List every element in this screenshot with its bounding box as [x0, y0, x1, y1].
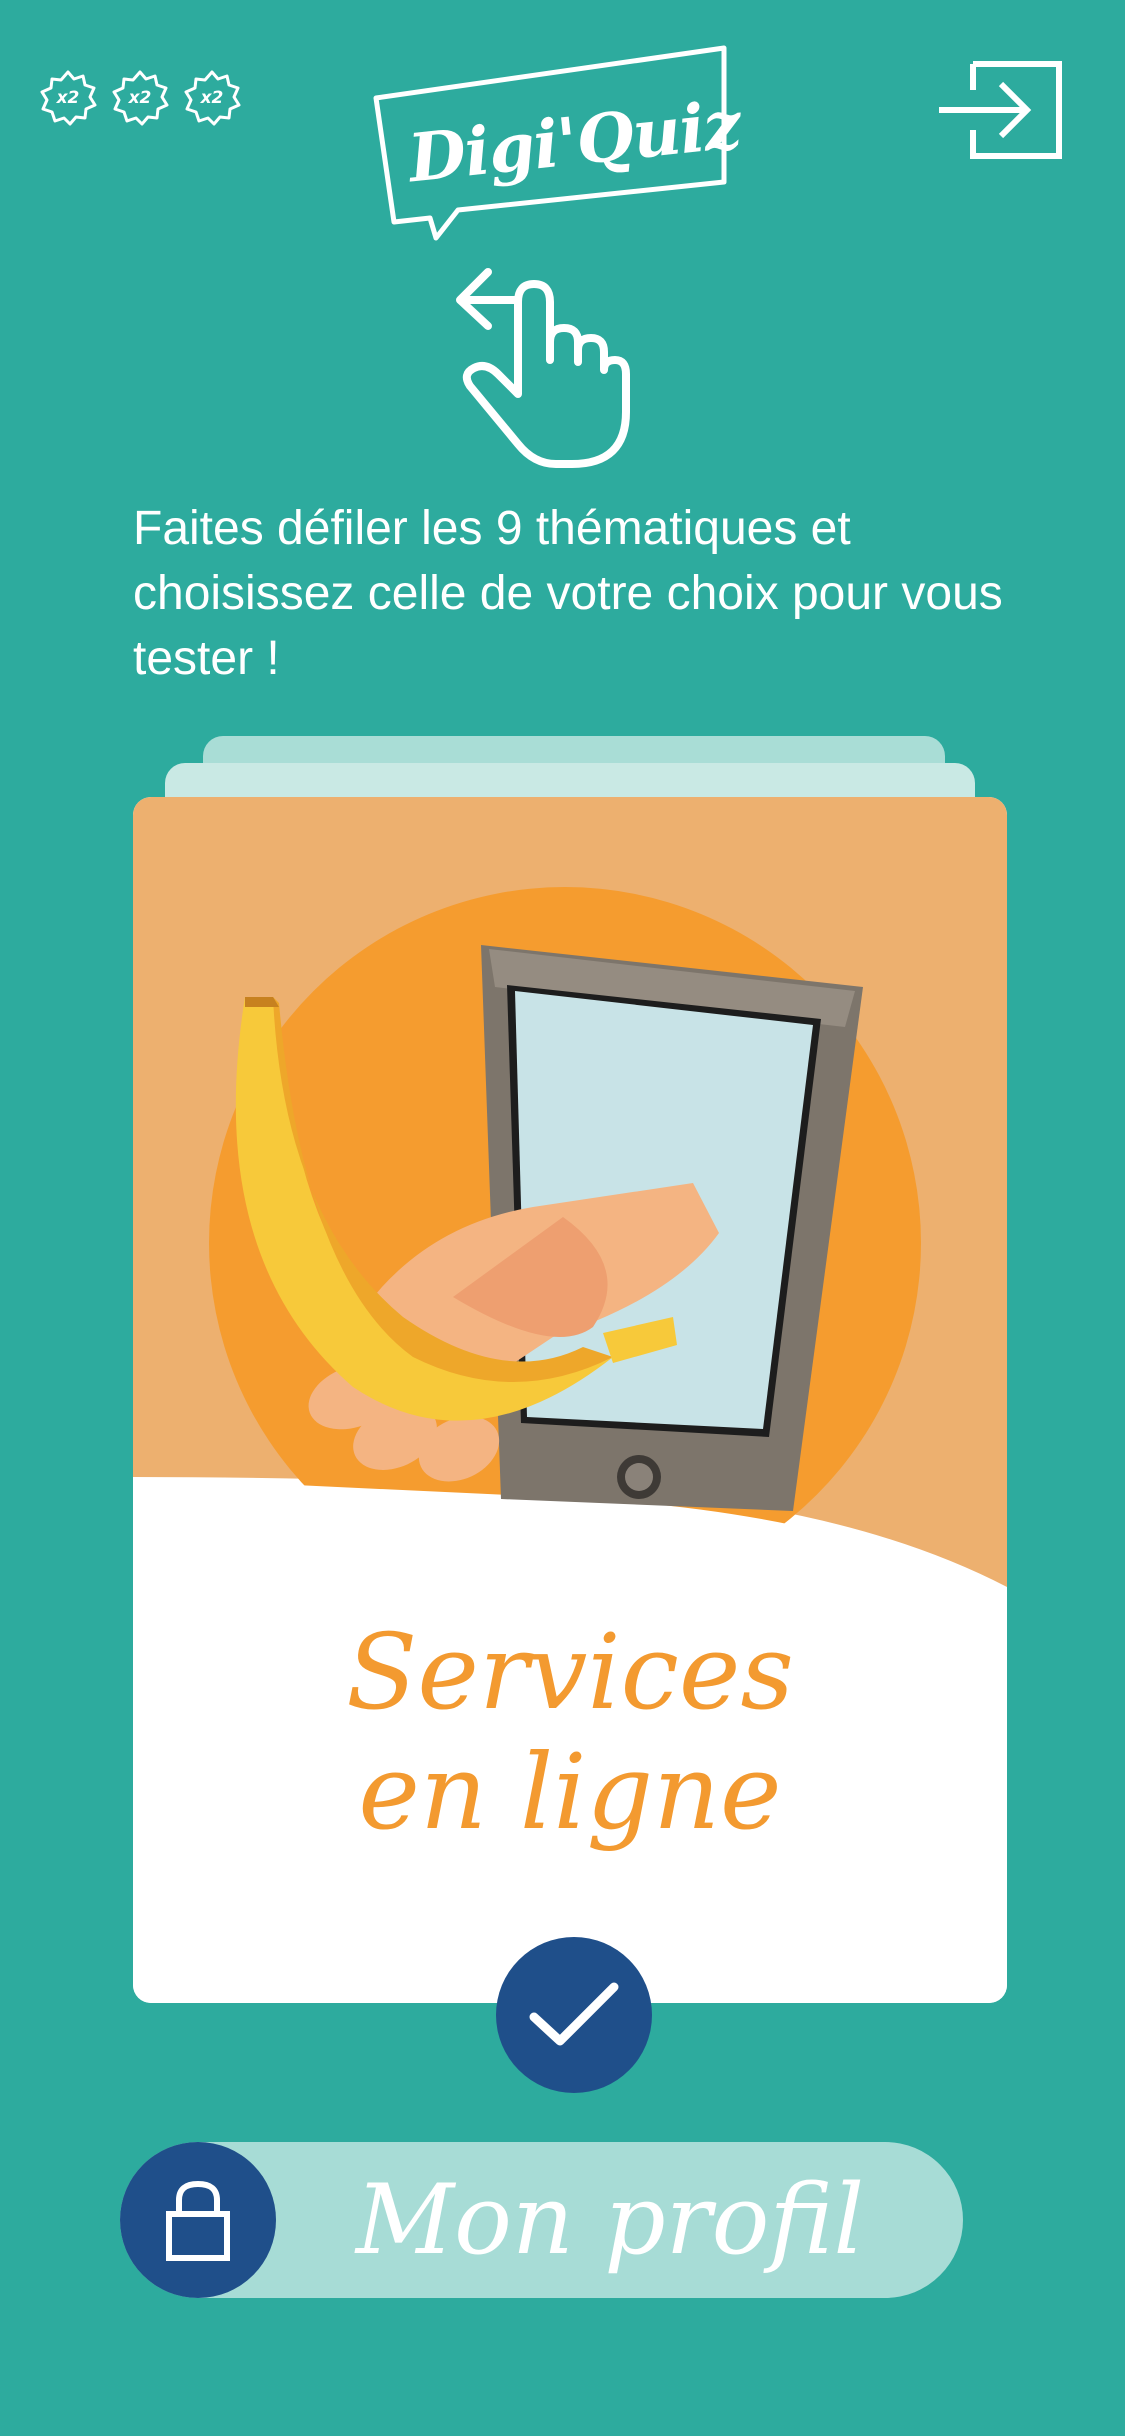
logout-button[interactable] [935, 60, 1065, 160]
app-logo: Digi'Quiz [368, 42, 744, 242]
bonus-badge: x2 [38, 68, 98, 128]
padlock-icon [166, 2180, 230, 2261]
theme-card[interactable]: Services en ligne [133, 797, 1007, 2003]
profile-label: Mon profil [355, 2164, 865, 2276]
bonus-badge: x2 [110, 68, 170, 128]
bonus-badge: x2 [182, 68, 242, 128]
badge-label: x2 [56, 88, 80, 108]
instruction-text: Faites défiler les 9 thématiques et choi… [133, 502, 1003, 685]
checkmark-icon [529, 1982, 619, 2046]
profile-lock-button[interactable] [120, 2142, 276, 2298]
theme-title-line2: en ligne [358, 1731, 782, 1853]
badge-label: x2 [128, 88, 152, 108]
confirm-theme-button[interactable] [496, 1937, 652, 2093]
theme-title: Services en ligne [133, 1612, 1007, 1852]
theme-title-line1: Services [346, 1611, 794, 1733]
bonus-badges: x2 x2 x2 [38, 68, 242, 128]
badge-label: x2 [200, 88, 224, 108]
swipe-left-hand-icon [448, 262, 638, 472]
logout-arrow-icon [939, 61, 1062, 159]
